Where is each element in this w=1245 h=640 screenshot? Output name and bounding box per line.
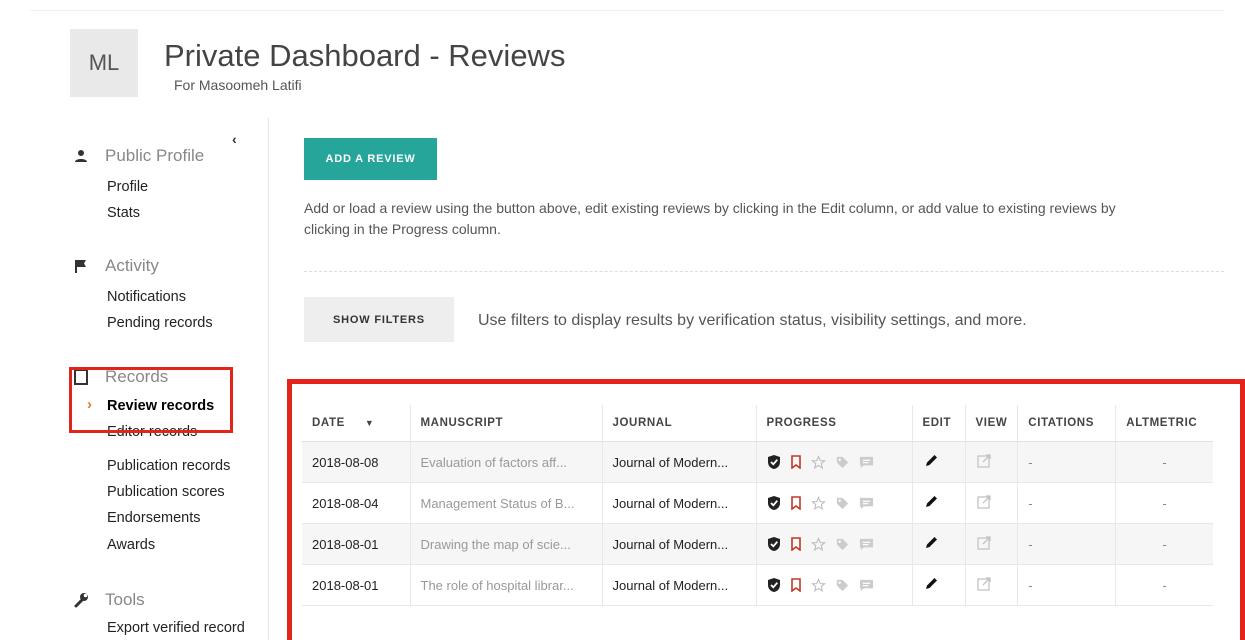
- page-subtitle: For Masoomeh Latifi: [174, 77, 302, 93]
- page-title: Private Dashboard - Reviews: [164, 38, 566, 73]
- show-filters-button[interactable]: SHOW FILTERS: [304, 297, 454, 342]
- sidebar-section-label: Public Profile: [105, 146, 205, 165]
- highlight-box-review-records: [69, 367, 233, 433]
- filter-hint-text: Use filters to display results by verifi…: [478, 312, 1027, 329]
- sidebar-item-endorsements[interactable]: Endorsements: [107, 510, 201, 526]
- avatar: ML: [70, 29, 138, 97]
- sidebar-item-pending-records[interactable]: Pending records: [107, 315, 213, 331]
- sidebar-item-stats[interactable]: Stats: [107, 205, 140, 221]
- dashed-divider: [304, 271, 1224, 272]
- add-review-button[interactable]: ADD A REVIEW: [304, 138, 437, 180]
- sidebar-item-export-verified-record[interactable]: Export verified record: [107, 620, 245, 636]
- sidebar-item-notifications[interactable]: Notifications: [107, 289, 186, 305]
- wrench-icon: [73, 592, 89, 608]
- sidebar-item-awards[interactable]: Awards: [107, 537, 155, 553]
- highlight-box-table: [287, 379, 1245, 640]
- sidebar-section-tools: Tools: [73, 590, 145, 610]
- sidebar-item-profile[interactable]: Profile: [107, 179, 148, 195]
- sidebar-section-label: Activity: [105, 256, 159, 275]
- sidebar-item-publication-records[interactable]: Publication records: [107, 458, 230, 474]
- sidebar-section-public-profile: Public Profile: [73, 146, 204, 166]
- sidebar-divider: [268, 118, 269, 640]
- sidebar-section-label: Tools: [105, 590, 145, 609]
- sidebar-item-publication-scores[interactable]: Publication scores: [107, 484, 225, 500]
- flag-icon: [73, 258, 89, 274]
- help-text: Add or load a review using the button ab…: [304, 200, 1116, 237]
- top-divider: [30, 10, 1225, 11]
- sidebar-section-activity: Activity: [73, 256, 159, 276]
- chevron-left-icon[interactable]: ‹: [232, 131, 237, 147]
- person-icon: [73, 148, 89, 164]
